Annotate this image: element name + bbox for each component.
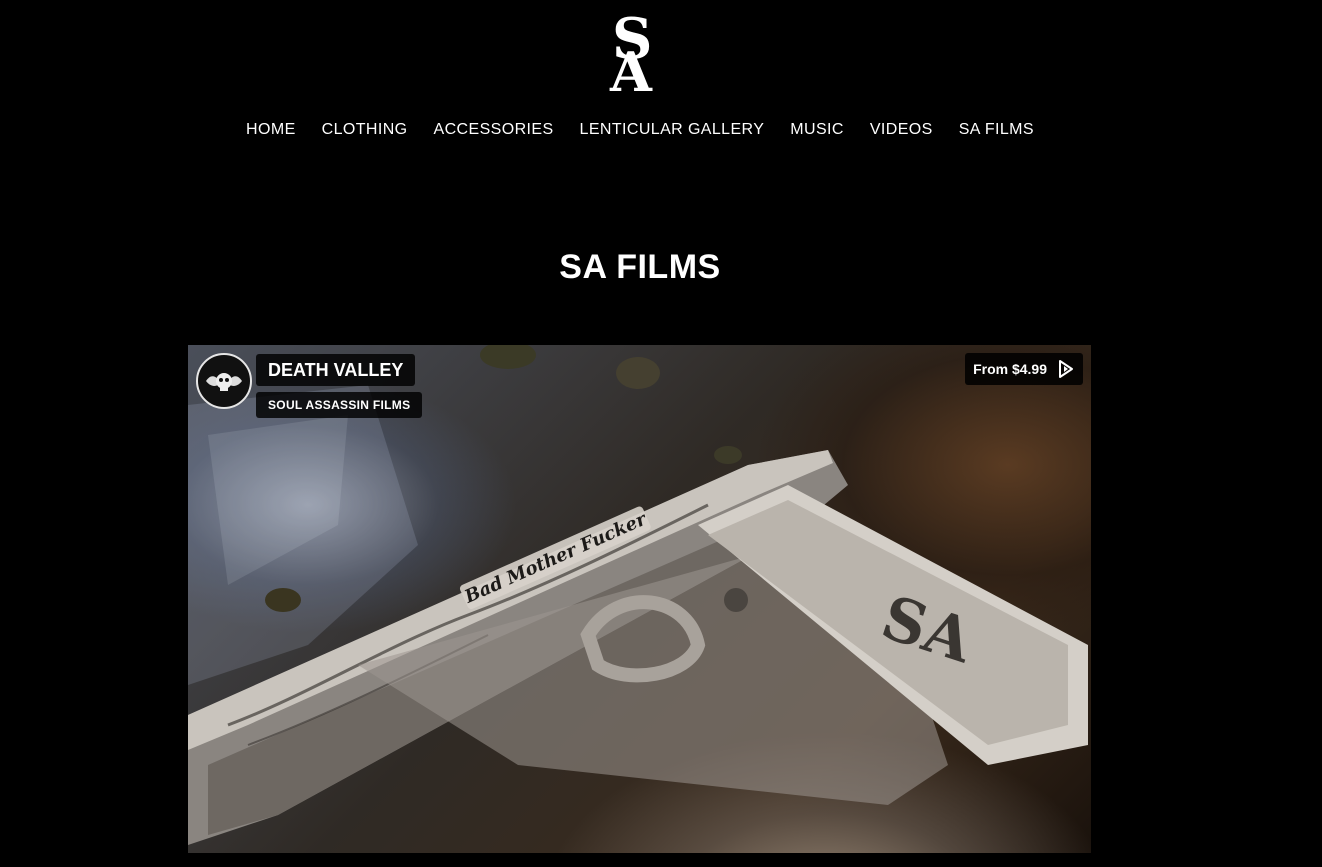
page-title: SA FILMS bbox=[559, 248, 721, 286]
price-button[interactable]: From $4.99 bbox=[965, 353, 1083, 385]
nav-videos[interactable]: VIDEOS bbox=[870, 119, 933, 141]
site-logo[interactable]: S A bbox=[604, 6, 674, 104]
price-label: From $4.99 bbox=[973, 361, 1047, 377]
video-thumbnail: Bad Mother Fucker SA bbox=[188, 345, 1088, 845]
channel-logo[interactable] bbox=[196, 353, 252, 409]
main-nav: HOME CLOTHING ACCESSORIES LENTICULAR GAL… bbox=[246, 119, 1034, 141]
nav-lenticular-gallery[interactable]: LENTICULAR GALLERY bbox=[580, 119, 765, 141]
video-channel-tag[interactable]: SOUL ASSASSIN FILMS bbox=[256, 392, 423, 418]
nav-sa-films[interactable]: SA FILMS bbox=[959, 119, 1034, 141]
nav-clothing[interactable]: CLOTHING bbox=[322, 119, 408, 141]
play-icon bbox=[1059, 360, 1073, 378]
video-title-tag[interactable]: DEATH VALLEY bbox=[256, 354, 416, 386]
logo-letter-a: A bbox=[610, 40, 652, 104]
skull-wings-icon bbox=[206, 373, 242, 391]
nav-accessories[interactable]: ACCESSORIES bbox=[434, 119, 554, 141]
nav-home[interactable]: HOME bbox=[246, 119, 296, 141]
video-player[interactable]: Bad Mother Fucker SA DEATH VALLEY SOUL A… bbox=[188, 345, 1091, 853]
nav-music[interactable]: MUSIC bbox=[790, 119, 844, 141]
site-header: S A HOME CLOTHING ACCESSORIES LENTICULAR… bbox=[0, 0, 1322, 170]
